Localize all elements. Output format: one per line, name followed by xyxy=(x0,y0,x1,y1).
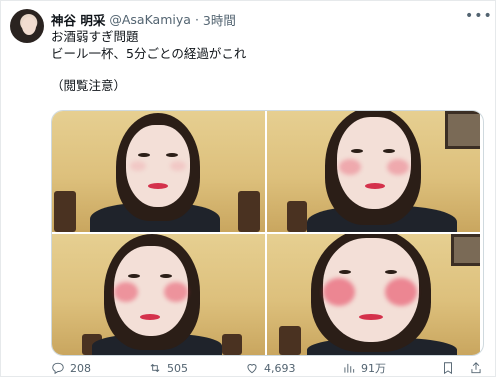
bookmark-icon[interactable] xyxy=(441,361,455,375)
heart-icon xyxy=(247,364,257,374)
views-button[interactable]: 91万 xyxy=(342,360,439,376)
reply-icon xyxy=(52,362,64,375)
tweet-time[interactable]: 3時間 xyxy=(203,10,236,29)
photo-1[interactable] xyxy=(52,111,265,232)
reply-button[interactable]: 208 xyxy=(51,361,148,375)
tweet-text: お酒弱すぎ問題 ビール一杯、5分ごとの経過がこれ （閲覧注意） xyxy=(51,28,475,94)
like-button[interactable]: 4,693 xyxy=(245,361,342,375)
tweet-line: お酒弱すぎ問題 xyxy=(51,29,139,44)
photo-3[interactable] xyxy=(52,234,265,355)
more-horizontal-icon[interactable]: ••• xyxy=(465,9,492,25)
tweet-header: 神谷 明采 @AsaKamiya · 3時間 xyxy=(51,10,465,28)
author-handle[interactable]: @AsaKamiya xyxy=(109,12,191,27)
retweet-button[interactable]: 505 xyxy=(148,361,245,375)
photo-4[interactable] xyxy=(267,234,480,355)
action-bar: 208 505 4,693 91万 xyxy=(51,361,483,375)
photo-2[interactable] xyxy=(267,111,480,232)
author-name[interactable]: 神谷 明采 xyxy=(51,10,105,29)
tweet-card[interactable]: 神谷 明采 @AsaKamiya · 3時間 ••• お酒弱すぎ問題 ビール一杯… xyxy=(0,0,496,377)
like-count: 4,693 xyxy=(264,361,296,375)
reply-count: 208 xyxy=(70,361,91,375)
separator: · xyxy=(194,11,199,27)
view-count: 91万 xyxy=(361,362,386,375)
share-icon[interactable] xyxy=(469,361,483,375)
photo-grid xyxy=(51,110,484,356)
avatar[interactable] xyxy=(10,9,44,43)
retweet-count: 505 xyxy=(167,361,188,375)
retweet-icon xyxy=(150,363,160,373)
bar-chart-icon xyxy=(344,363,355,373)
tweet-line: （閲覧注意） xyxy=(51,78,127,93)
tweet-line: ビール一杯、5分ごとの経過がこれ xyxy=(51,46,247,61)
